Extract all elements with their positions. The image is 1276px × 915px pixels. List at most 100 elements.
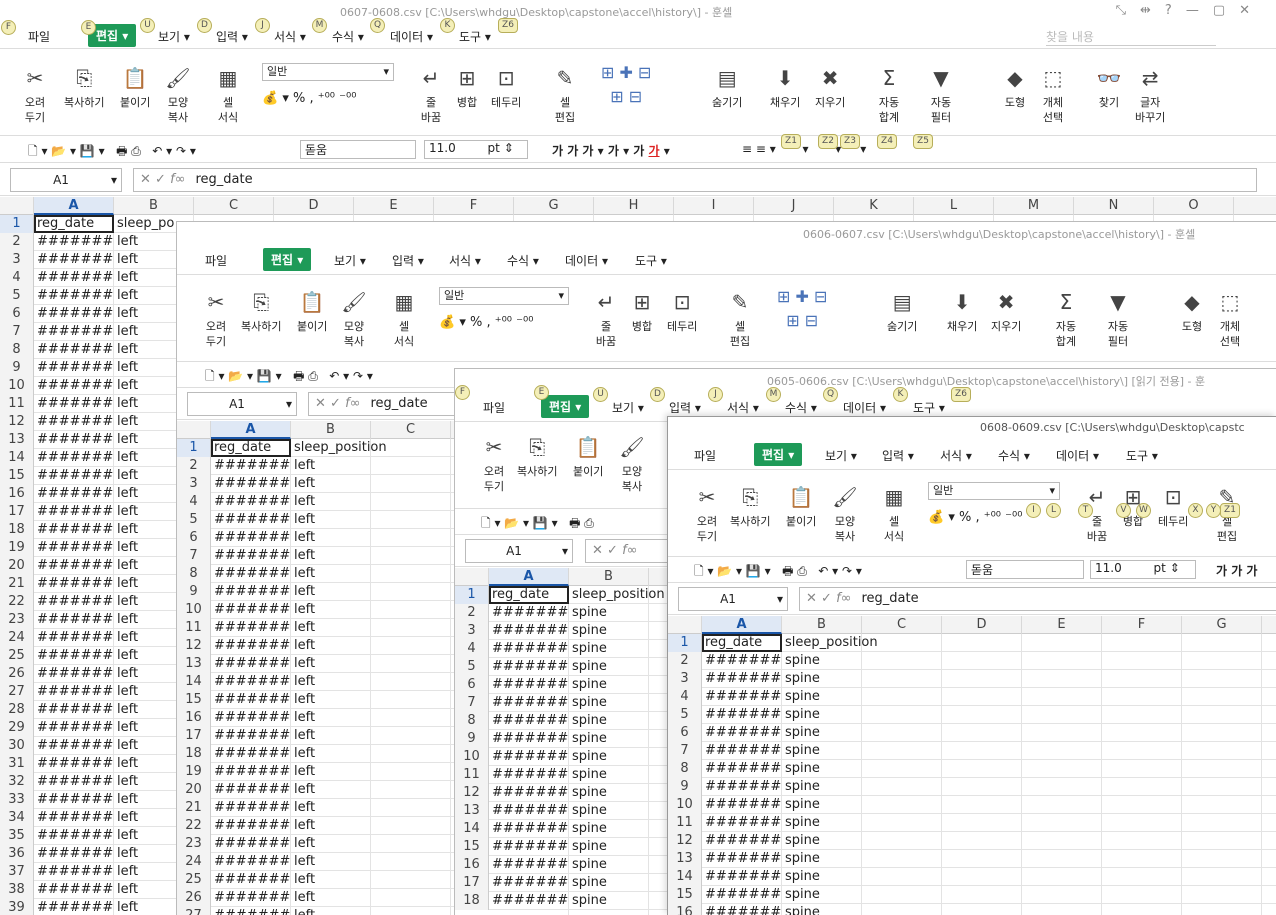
cell-a[interactable]: ######### (211, 565, 291, 583)
row-header[interactable]: 13 (455, 802, 489, 820)
column-header-c[interactable]: C (862, 616, 942, 634)
menu-file[interactable]: 파일 (28, 28, 50, 45)
column-header-d[interactable]: D (942, 616, 1022, 634)
row-header[interactable]: 18 (455, 892, 489, 910)
row-header[interactable]: 19 (0, 539, 34, 557)
cell-b[interactable]: left (291, 655, 371, 673)
font-style-buttons[interactable]: 가 가 가 (1216, 562, 1257, 579)
cell-a[interactable]: ######### (702, 904, 782, 915)
row-header[interactable]: 28 (0, 701, 34, 719)
cell-a[interactable]: ######### (211, 475, 291, 493)
row-header[interactable]: 7 (0, 323, 34, 341)
cut-button[interactable]: ✂ 오려 두기 (22, 65, 48, 125)
column-header-g[interactable]: G (1182, 616, 1262, 634)
cell-a[interactable]: ######### (34, 233, 114, 251)
row-header[interactable]: 7 (177, 547, 211, 565)
row-header[interactable]: 2 (455, 604, 489, 622)
menu-insert[interactable]: 입력 ▾ (669, 399, 701, 416)
column-header-i[interactable]: I (674, 197, 754, 215)
row-header[interactable]: 38 (0, 881, 34, 899)
cell-b[interactable]: spine (569, 874, 649, 892)
cell-b[interactable]: left (291, 601, 371, 619)
cell-header-a[interactable]: reg_date (211, 439, 291, 457)
menu-edit[interactable]: 편집 ▾ (541, 395, 590, 418)
row-header[interactable]: 16 (455, 856, 489, 874)
cell-a[interactable]: ######### (34, 359, 114, 377)
cell-a[interactable]: ######### (489, 784, 569, 802)
row-header[interactable]: 8 (0, 341, 34, 359)
row-header[interactable]: 2 (0, 233, 34, 251)
column-header-b[interactable]: B (291, 421, 371, 439)
cell-b[interactable]: spine (569, 676, 649, 694)
cell-a[interactable]: ######### (34, 449, 114, 467)
cell-a[interactable]: ######### (34, 683, 114, 701)
cell-header-b[interactable]: sleep_position (782, 634, 942, 652)
search-input[interactable]: 찾을 내용 (1046, 28, 1216, 46)
row-header[interactable]: 11 (177, 619, 211, 637)
cell-b[interactable]: spine (569, 694, 649, 712)
autofilter-button[interactable]: ▼ 자동 필터 (928, 65, 954, 125)
menu-data[interactable]: 데이터 ▾ (565, 252, 608, 269)
cell-b[interactable]: spine (569, 640, 649, 658)
row-header[interactable]: 15 (0, 467, 34, 485)
border-button[interactable]: ⊡ 테두리 (1158, 484, 1188, 529)
cell-b[interactable]: left (291, 457, 371, 475)
row-header[interactable]: 16 (177, 709, 211, 727)
column-header-a[interactable]: A (489, 568, 569, 586)
row-header[interactable]: 5 (455, 658, 489, 676)
menu-file[interactable]: 파일 (205, 252, 227, 269)
cell-b[interactable]: left (291, 889, 371, 907)
insert-cells-icons[interactable]: ⊞ ✚ ⊟ ⊞ ⊟ (601, 61, 651, 109)
cell-a[interactable]: ######### (211, 871, 291, 889)
cell-b[interactable]: left (291, 871, 371, 889)
row-header[interactable]: 16 (0, 485, 34, 503)
column-header-h[interactable]: H (594, 197, 674, 215)
cell-edit-button[interactable]: ✎ 셀 편집 (727, 289, 753, 349)
window-controls[interactable]: ⤡⇹?—▢✕ (1116, 3, 1264, 18)
column-header-f[interactable]: F (1102, 616, 1182, 634)
cell-a[interactable]: ######### (34, 305, 114, 323)
wrap-button[interactable]: ↵ 줄 바꿈 (593, 289, 619, 349)
menu-tools[interactable]: 도구 ▾ (635, 252, 667, 269)
row-header[interactable]: 13 (0, 431, 34, 449)
cell-a[interactable]: ######### (702, 850, 782, 868)
cell-a[interactable]: ######### (211, 637, 291, 655)
row-header[interactable]: 18 (177, 745, 211, 763)
cell-a[interactable]: ######### (34, 395, 114, 413)
cell-b[interactable]: left (291, 619, 371, 637)
wrap-button[interactable]: ↵ 줄 바꿈 (418, 65, 444, 125)
row-header[interactable]: 25 (177, 871, 211, 889)
cell-b[interactable]: left (291, 475, 371, 493)
column-header-g[interactable]: G (514, 197, 594, 215)
cell-a[interactable]: ######### (489, 694, 569, 712)
menu-file[interactable]: 파일 (694, 447, 716, 464)
autosum-button[interactable]: Σ 자동 합계 (876, 65, 902, 125)
menu-file[interactable]: 파일 (483, 399, 505, 416)
cell-a[interactable]: ######### (211, 781, 291, 799)
row-header[interactable]: 18 (0, 521, 34, 539)
row-header[interactable]: 6 (177, 529, 211, 547)
cell-b[interactable]: spine (782, 886, 862, 904)
copy-button[interactable]: ⎘ 복사하기 (64, 65, 104, 110)
autofilter-button[interactable]: ▼ 자동 필터 (1105, 289, 1131, 349)
row-header[interactable]: 22 (177, 817, 211, 835)
cell-a[interactable]: ######### (489, 604, 569, 622)
cell-a[interactable]: ######### (211, 655, 291, 673)
row-header[interactable]: 3 (177, 475, 211, 493)
copy-button[interactable]: ⎘ 복사하기 (241, 289, 281, 334)
cell-a[interactable]: ######### (34, 287, 114, 305)
cell-b[interactable]: left (291, 799, 371, 817)
cell-header-b[interactable]: sleep_position (291, 439, 451, 457)
cell-a[interactable]: ######### (489, 748, 569, 766)
paste-button[interactable]: 📋 붙이기 (573, 434, 603, 479)
new-icon[interactable]: 🗋 ▾ 📂 ▾ 💾 ▾ 🖶 ⎙ (481, 514, 594, 535)
cell-a[interactable]: ######### (34, 755, 114, 773)
formula-input[interactable]: ✕ ✓ f∞ reg_date (799, 587, 1276, 611)
copy-button[interactable]: ⎘ 복사하기 (517, 434, 557, 479)
cell-a[interactable]: ######### (34, 701, 114, 719)
cell-a[interactable]: ######### (702, 688, 782, 706)
column-header-b[interactable]: B (569, 568, 649, 586)
menu-format[interactable]: 서식 ▾ (449, 252, 481, 269)
merge-button[interactable]: ⊞ 병합 (454, 65, 480, 110)
row-header[interactable]: 10 (177, 601, 211, 619)
